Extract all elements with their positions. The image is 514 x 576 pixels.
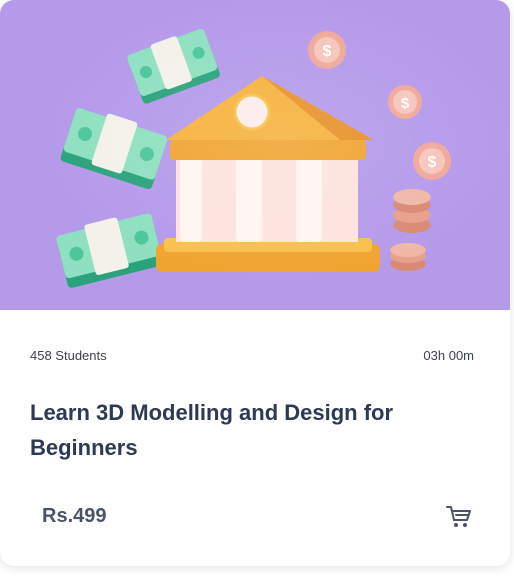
course-duration: 03h 00m xyxy=(423,348,474,363)
students-count: 458 Students xyxy=(30,348,107,363)
course-title[interactable]: Learn 3D Modelling and Design for Beginn… xyxy=(30,395,410,465)
course-hero-image: $ $ $ xyxy=(0,0,510,310)
add-to-cart-button[interactable] xyxy=(444,503,472,529)
course-price: Rs.499 xyxy=(42,505,107,527)
course-card[interactable]: $ $ $ 458 S xyxy=(0,0,510,566)
cart-icon xyxy=(446,506,471,527)
